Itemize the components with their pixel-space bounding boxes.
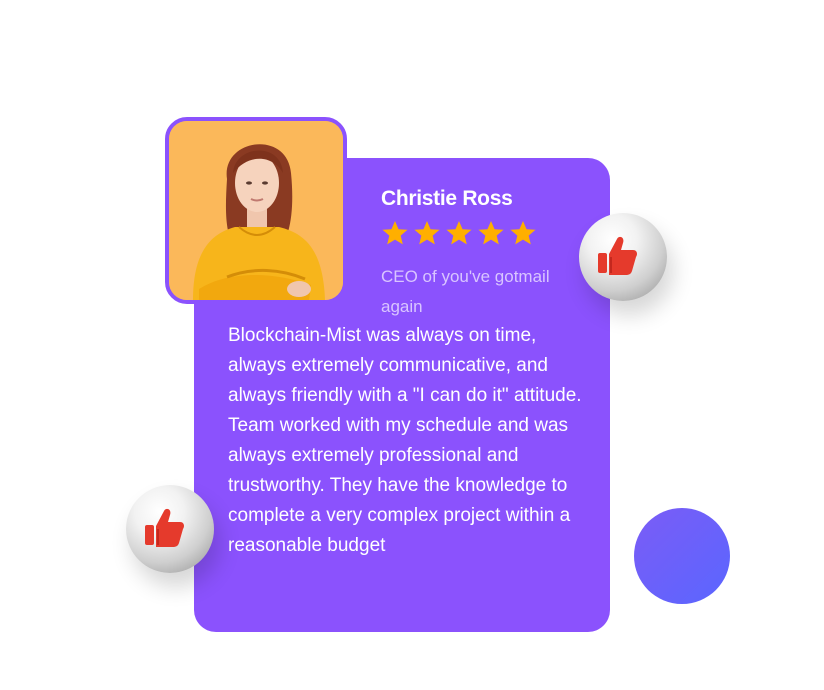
star-icon	[446, 220, 472, 245]
reviewer-role: CEO of you've gotmail again	[381, 267, 550, 316]
avatar	[165, 117, 347, 304]
reviewer-name: Christie Ross	[381, 187, 513, 210]
star-icon	[382, 220, 408, 245]
thumbs-up-icon	[598, 236, 637, 275]
thumbs-up-icon	[145, 508, 184, 547]
testimonial-section: Christie Ross CEO of you've gotmail agai…	[0, 0, 824, 690]
thumbs-up-badge	[126, 485, 214, 573]
avatar-portrait	[169, 121, 343, 300]
decorative-circle	[634, 508, 730, 604]
thumbs-up-badge	[579, 213, 667, 301]
testimonial-quote: Blockchain-Mist was always on time, alwa…	[228, 325, 582, 556]
star-rating	[380, 220, 538, 246]
star-icon	[478, 220, 504, 245]
star-icon	[414, 220, 440, 245]
star-icon	[510, 220, 536, 245]
